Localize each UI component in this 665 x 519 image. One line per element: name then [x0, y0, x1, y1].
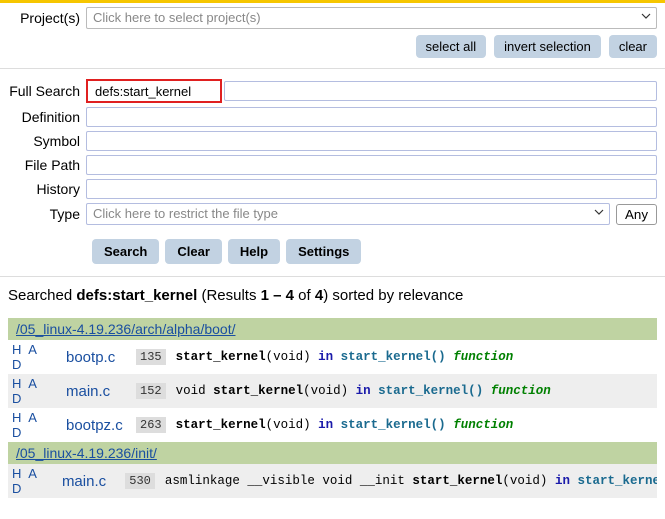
result-row: H A Dmain.c530 asmlinkage __visible void … — [8, 464, 657, 498]
file-link[interactable]: main.c — [56, 383, 132, 400]
directory-link[interactable]: /05_linux-4.19.236/arch/alpha/boot/ — [8, 318, 657, 340]
line-number[interactable]: 263 — [136, 417, 166, 433]
line-number[interactable]: 135 — [136, 349, 166, 365]
definition-label: Definition — [8, 109, 86, 125]
line-number[interactable]: 152 — [136, 383, 166, 399]
file-link[interactable]: main.c — [52, 473, 121, 490]
had-link[interactable]: H A D — [8, 376, 52, 406]
settings-button[interactable]: Settings — [286, 239, 361, 264]
symbol-label: Symbol — [8, 133, 86, 149]
history-input[interactable] — [86, 179, 657, 199]
file-link[interactable]: bootpz.c — [56, 417, 132, 434]
highlight-box — [86, 79, 222, 103]
invert-selection-button[interactable]: invert selection — [494, 35, 601, 58]
code-preview: start_kernel(void) in start_kernel() fun… — [176, 350, 514, 364]
projects-label: Project(s) — [8, 10, 86, 26]
any-type-button[interactable]: Any — [616, 204, 657, 225]
select-all-button[interactable]: select all — [416, 35, 487, 58]
history-label: History — [8, 181, 86, 197]
result-row: H A Dbootp.c135 start_kernel(void) in sta… — [8, 340, 657, 374]
line-number[interactable]: 530 — [125, 473, 155, 489]
code-preview: asmlinkage __visible void __init start_k… — [165, 474, 657, 488]
type-label: Type — [8, 206, 86, 222]
code-preview: start_kernel(void) in start_kernel() fun… — [176, 418, 514, 432]
directory-link[interactable]: /05_linux-4.19.236/init/ — [8, 442, 657, 464]
search-summary: Searched defs:start_kernel (Results 1 – … — [8, 287, 657, 304]
had-link[interactable]: H A D — [8, 342, 52, 372]
file-path-label: File Path — [8, 157, 86, 173]
code-preview: void start_kernel(void) in start_kernel(… — [176, 384, 551, 398]
result-row: H A Dbootpz.c263 start_kernel(void) in st… — [8, 408, 657, 442]
type-select[interactable]: Click here to restrict the file type — [86, 203, 610, 225]
definition-input[interactable] — [86, 107, 657, 127]
file-link[interactable]: bootp.c — [56, 349, 132, 366]
clear-projects-button[interactable]: clear — [609, 35, 657, 58]
full-search-label: Full Search — [8, 83, 86, 99]
had-link[interactable]: H A D — [8, 466, 48, 496]
projects-select[interactable]: Click here to select project(s) — [86, 7, 657, 29]
full-search-input-highlighted[interactable] — [89, 82, 219, 100]
file-path-input[interactable] — [86, 155, 657, 175]
had-link[interactable]: H A D — [8, 410, 52, 440]
help-button[interactable]: Help — [228, 239, 280, 264]
clear-button[interactable]: Clear — [165, 239, 222, 264]
symbol-input[interactable] — [86, 131, 657, 151]
result-row: H A Dmain.c152 void start_kernel(void) in… — [8, 374, 657, 408]
full-search-input[interactable] — [224, 81, 657, 101]
search-button[interactable]: Search — [92, 239, 159, 264]
